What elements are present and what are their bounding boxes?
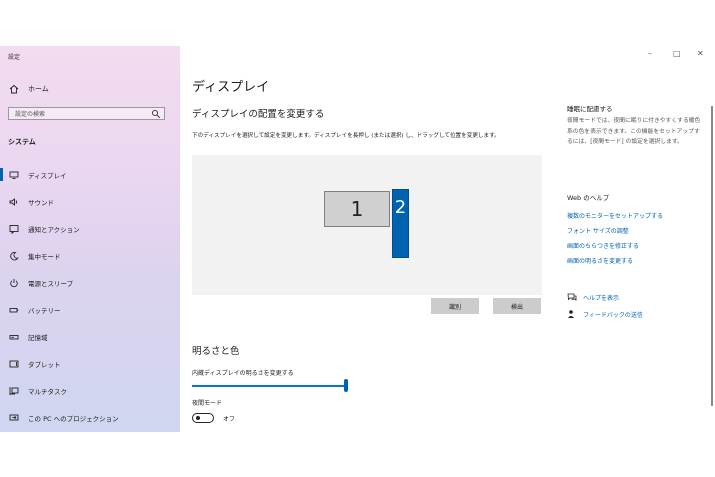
sidebar-item-label: この PC へのプロジェクション [28, 414, 119, 423]
scrollbar[interactable] [711, 106, 713, 406]
brightness-color-title: 明るさと色 [192, 346, 240, 357]
help-link-brightness[interactable]: 画面の明るさを変更する [567, 256, 633, 265]
home-icon [8, 83, 20, 95]
night-light-state: オフ [223, 416, 236, 423]
sleep-description: 夜間モードでは、夜間に眠りに付きやすくする暖色系の色を表示できます。この機能をセ… [567, 118, 701, 145]
get-help-label: ヘルプを表示 [583, 294, 620, 302]
help-link-font-size[interactable]: フォント サイズの調整 [567, 226, 629, 235]
multitask-icon [8, 385, 20, 397]
toggle-knob [196, 415, 200, 420]
sidebar-item-label: バッテリー [28, 306, 61, 315]
night-light-toggle[interactable] [192, 413, 214, 423]
sidebar: 設定 ホーム 設定の検索 システム ディスプレイ サウンド 通知とアクション 集… [0, 46, 180, 432]
projection-icon [8, 412, 20, 424]
power-icon [8, 277, 20, 289]
sleep-heading: 睡眠に配慮する [567, 105, 613, 113]
feedback-icon [567, 309, 577, 319]
sidebar-item-label: 電源とスリープ [28, 279, 74, 288]
sidebar-item-tablet[interactable]: タブレット [0, 350, 180, 377]
sidebar-item-focus[interactable]: 集中モード [0, 242, 180, 269]
brightness-label: 内蔵ディスプレイの明るさを変更する [192, 370, 294, 377]
moon-icon [8, 250, 20, 262]
night-light-label: 夜間モード [192, 400, 223, 407]
display-arrangement-area[interactable]: 1 2 識別 検出 [192, 155, 542, 314]
storage-icon [8, 331, 20, 343]
search-placeholder: 設定の検索 [15, 111, 46, 118]
sidebar-item-display[interactable]: ディスプレイ [0, 161, 180, 188]
sidebar-item-multitasking[interactable]: マルチタスク [0, 377, 180, 404]
display-1-tile[interactable]: 1 [324, 191, 390, 227]
sidebar-section-title: システム [8, 138, 36, 146]
help-link-multiple-monitors[interactable]: 複数のモニターをセットアップする [567, 211, 663, 220]
monitor-icon [8, 169, 20, 181]
feedback-label: フィードバックの送信 [583, 311, 643, 319]
chat-help-icon [567, 292, 577, 302]
sidebar-nav: ディスプレイ サウンド 通知とアクション 集中モード 電源とスリープ バッテリー [0, 161, 180, 431]
sidebar-home-label: ホーム [28, 85, 49, 93]
arrange-instructions: 下のディスプレイを選択して設定を変更します。ディスプレイを長押し (または選択)… [192, 133, 500, 139]
sidebar-item-notifications[interactable]: 通知とアクション [0, 215, 180, 242]
settings-window: – □ ✕ 設定 ホーム 設定の検索 システム ディスプレイ サウンド 通知とア… [0, 46, 715, 432]
sidebar-item-label: マルチタスク [28, 387, 67, 396]
display-2-tile[interactable]: 2 [392, 189, 409, 258]
sidebar-item-label: 通知とアクション [28, 225, 80, 234]
tablet-icon [8, 358, 20, 370]
web-help-heading: Web のヘルプ [567, 194, 610, 202]
sidebar-item-sound[interactable]: サウンド [0, 188, 180, 215]
sidebar-item-projection[interactable]: この PC へのプロジェクション [0, 404, 180, 431]
get-help-link[interactable]: ヘルプを表示 [567, 291, 619, 303]
brightness-slider-thumb[interactable] [344, 379, 348, 392]
sidebar-item-label: サウンド [28, 198, 54, 207]
arrange-displays-title: ディスプレイの配置を変更する [192, 109, 325, 120]
sidebar-item-power[interactable]: 電源とスリープ [0, 269, 180, 296]
help-link-flicker[interactable]: 画面のちらつきを修正する [567, 241, 639, 250]
search-input[interactable]: 設定の検索 [8, 107, 165, 120]
sidebar-item-label: ディスプレイ [28, 171, 67, 180]
sidebar-item-storage[interactable]: 記憶域 [0, 323, 180, 350]
sidebar-home[interactable]: ホーム [8, 82, 49, 96]
notification-icon [8, 223, 20, 235]
page-title: ディスプレイ [192, 80, 270, 95]
detect-button[interactable]: 検出 [493, 298, 541, 314]
identify-button[interactable]: 識別 [431, 298, 479, 314]
sidebar-item-label: タブレット [28, 360, 61, 369]
main-content: ディスプレイ ディスプレイの配置を変更する 下のディスプレイを選択して設定を変更… [192, 46, 552, 432]
related-panel: 睡眠に配慮する 夜間モードでは、夜間に眠りに付きやすくする暖色系の色を表示できま… [567, 46, 707, 432]
speaker-icon [8, 196, 20, 208]
feedback-link[interactable]: フィードバックの送信 [567, 308, 643, 320]
sidebar-item-label: 記憶域 [28, 333, 48, 342]
sidebar-item-label: 集中モード [28, 252, 61, 261]
search-icon[interactable] [151, 109, 161, 119]
window-title: 設定 [8, 54, 21, 61]
sidebar-item-battery[interactable]: バッテリー [0, 296, 180, 323]
brightness-slider-track[interactable] [192, 385, 346, 387]
battery-icon [8, 304, 20, 316]
